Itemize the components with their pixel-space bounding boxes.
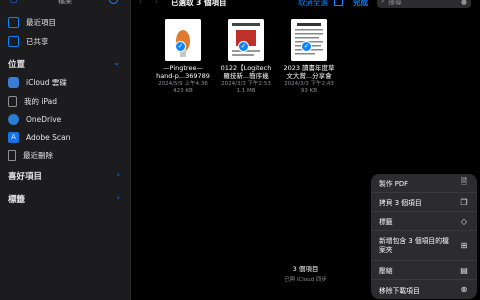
file-name-line2: 羅技新...簡序幾 [223,72,269,80]
folder-add-icon: ⊞ [460,241,468,250]
menu-item-label: 製作 PDF [379,180,408,188]
tag-icon: ◇ [460,216,468,226]
file-thumbnail: ✓ [291,19,327,61]
sidebar-item-label: Adobe Scan [26,132,71,142]
sidebar-item-shared[interactable]: 已共享 [8,34,49,48]
more-icon[interactable] [109,0,118,4]
sidebar-item-onedrive[interactable]: OneDrive [8,112,61,126]
trash-icon [8,149,16,161]
menu-item-label: 新增包含 3 個項目的檔案夾 [379,236,449,254]
menu-item-copy[interactable]: 拷貝 3 個項目 ❐ [371,193,477,212]
search-input[interactable]: ⌕ 搜尋 ● [377,0,471,8]
search-placeholder: 搜尋 [387,0,402,6]
file-date: 2024/5/9 上午4:36 [158,81,208,87]
sidebar-item-recently-deleted[interactable]: 最近刪除 [8,148,53,162]
menu-item-label: 拷貝 3 個項目 [379,199,422,207]
file-date: 2024/3/3 下午2:53 [221,81,271,87]
archive-icon: ▤ [460,265,468,275]
sidebar-item-label: 最近刪除 [23,150,53,160]
file-name-line2: 文大賞...分享會 [286,72,332,80]
menu-item-remove-download[interactable]: 移除下載項目 ⊗ [371,280,477,299]
file-name: 2023 讀書年度草 [283,64,335,72]
checkmark-icon: ✓ [175,41,186,52]
page-title: 已選取 3 個項目 [171,0,227,7]
chevron-right-icon[interactable]: › [117,193,120,202]
thumbnail-image [291,19,327,61]
icloud-icon [8,76,19,88]
sidebar-item-ipad[interactable]: 我的 iPad [8,94,57,108]
menu-item-new-folder[interactable]: 新增包含 3 個項目的檔案夾 ⊞ [371,231,477,261]
sidebar-item-label: iCloud 雲碟 [26,77,67,87]
done-button[interactable]: 完成 [353,0,368,8]
checkmark-icon: ✓ [238,41,249,52]
file-item[interactable]: ✓ 2023 讀書年度草 文大賞...分享會 2024/3/3 下午2:43 9… [277,19,341,95]
checkmark-icon: ✓ [301,41,312,52]
file-name: —Pingtree— [163,64,203,72]
remove-download-icon: ⊗ [460,285,468,294]
file-size: 1.1 MB [236,88,256,94]
sidebar: ▭ 檔案 最近項目 已共享 位置 ⌄ iCloud 雲碟 我的 iPad One… [0,0,131,300]
sidebar-item-label: OneDrive [26,114,62,124]
context-menu: 製作 PDF 🗎 拷貝 3 個項目 ❐ 標籤 ◇ 新增包含 3 個項目的檔案夾 … [371,174,477,299]
file-thumbnail: ✓ [228,19,264,61]
thumbnail-image [228,19,264,61]
clock-icon [8,16,19,28]
menu-item-tags[interactable]: 標籤 ◇ [371,212,477,231]
sidebar-item-icloud[interactable]: iCloud 雲碟 [8,75,67,89]
deselect-all-button[interactable]: 取消全選 [298,0,328,8]
sidebar-toggle-icon[interactable]: ▭ [10,0,18,5]
file-thumbnail: ✓ [165,19,201,61]
adobe-scan-icon: A [8,131,19,143]
forward-icon[interactable]: › [155,0,158,6]
chevron-right-icon[interactable]: › [117,170,120,179]
locations-header[interactable]: 位置 [8,58,25,70]
file-item[interactable]: ✓ —Pingtree— hand-p...369789 2024/5/9 上午… [151,19,215,95]
file-name: 0122【Logitech [220,64,272,72]
file-date: 2024/3/3 下午2:43 [284,81,334,87]
sidebar-title: 檔案 [58,0,72,5]
file-name-line2: hand-p...369789 [156,72,210,80]
topbar: ‹ › 已選取 3 個項目 取消全選 完成 ⌕ 搜尋 ● [131,0,480,11]
menu-item-label: 壓縮 [379,267,393,275]
favorites-header[interactable]: 喜好項目 [8,170,42,182]
sidebar-item-recents[interactable]: 最近項目 [8,15,56,29]
copy-icon: ❐ [460,197,468,207]
ipad-icon [8,95,17,107]
menu-item-compress[interactable]: 壓縮 ▤ [371,261,477,280]
grid-view-icon[interactable] [334,0,343,6]
menu-item-label: 標籤 [379,218,393,226]
file-size: 423 KB [173,88,193,94]
chevron-down-icon[interactable]: ⌄ [113,58,120,67]
onedrive-icon [8,113,19,125]
file-item[interactable]: ✓ 0122【Logitech 羅技新...簡序幾 2024/3/3 下午2:5… [214,19,278,95]
shared-folder-icon [8,35,19,47]
sidebar-header: ▭ 檔案 [0,0,130,8]
menu-item-create-pdf[interactable]: 製作 PDF 🗎 [371,174,477,193]
tags-header[interactable]: 標籤 [8,193,25,205]
thumbnail-image [165,19,201,61]
back-icon[interactable]: ‹ [139,0,142,6]
document-icon: 🗎 [460,177,468,186]
sidebar-item-label: 我的 iPad [24,96,58,106]
sidebar-item-adobe-scan[interactable]: A Adobe Scan [8,130,70,144]
menu-item-label: 移除下載項目 [379,286,420,295]
sidebar-item-label: 已共享 [26,36,49,46]
sidebar-item-label: 最近項目 [26,17,56,27]
search-icon: ⌕ [381,0,385,5]
microphone-icon[interactable]: ● [461,0,467,6]
file-size: 93 KB [300,88,318,94]
